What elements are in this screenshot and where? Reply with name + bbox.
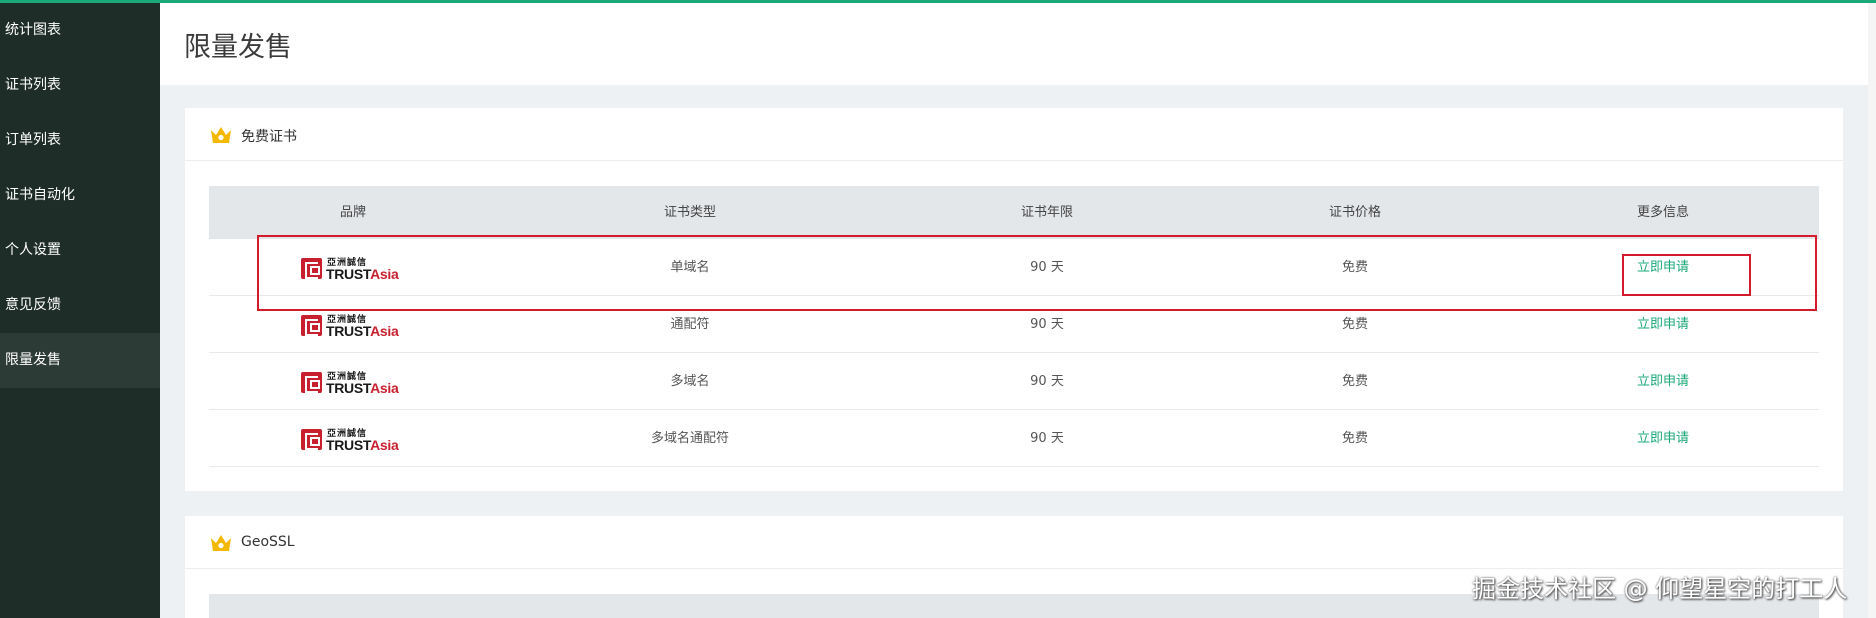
brand-en-text: TRUSTAsia	[326, 437, 399, 453]
trustasia-logo: 亞洲誠信 TRUSTAsia	[301, 371, 405, 396]
page-header: 限量发售	[160, 3, 1868, 85]
price-cell: 免费	[1341, 431, 1369, 446]
sidebar-item-label: 证书自动化	[5, 187, 75, 203]
apply-now-link[interactable]: 立即申请	[1637, 353, 1689, 410]
trustasia-logo: 亞洲誠信 TRUSTAsia	[301, 428, 405, 453]
column-header-cert-type: 证书类型	[663, 205, 717, 220]
crown-icon	[211, 535, 231, 551]
highlight-box-apply	[1622, 254, 1751, 296]
sidebar-item-label: 意见反馈	[5, 297, 61, 313]
sidebar: 统计图表 证书列表 订单列表 证书自动化 个人设置 意见反馈 限量发售	[0, 0, 160, 618]
sidebar-item-label: 限量发售	[5, 352, 61, 368]
brand-en-part-red: Asia	[370, 323, 399, 339]
brand-en-part-red: Asia	[370, 437, 399, 453]
column-header-validity: 证书年限	[1020, 205, 1074, 220]
brand-en-part: TRUST	[326, 380, 371, 396]
trustasia-logo: 亞洲誠信 TRUSTAsia	[301, 314, 405, 339]
card-header: GeoSSL	[185, 516, 1843, 569]
sidebar-item-cert-automation[interactable]: 证书自动化	[0, 168, 160, 223]
trustasia-logo-icon	[301, 315, 322, 336]
brand-en-part: TRUST	[326, 323, 371, 339]
brand-en-text: TRUSTAsia	[326, 323, 399, 339]
table-header: 品牌 证书类型 证书年限 证书价格 更多信息	[209, 186, 1819, 239]
cert-type-cell: 多域名	[670, 374, 710, 389]
scrollbar[interactable]	[1868, 3, 1876, 618]
brand-en-part: TRUST	[326, 437, 371, 453]
validity-cell: 90 天	[1030, 431, 1064, 446]
sidebar-item-label: 订单列表	[5, 132, 61, 148]
sidebar-item-label: 统计图表	[5, 22, 61, 38]
table-row: 亞洲誠信 TRUSTAsia 多域名通配符 90 天 免费 立即申请	[209, 410, 1819, 467]
sidebar-item-cert-list[interactable]: 证书列表	[0, 58, 160, 113]
card-title: 免费证书	[241, 129, 297, 145]
table-row: 亞洲誠信 TRUSTAsia 多域名 90 天 免费 立即申请	[209, 353, 1819, 410]
trustasia-logo-icon	[301, 429, 322, 450]
sidebar-item-feedback[interactable]: 意见反馈	[0, 278, 160, 333]
trustasia-logo-icon	[301, 372, 322, 393]
brand-en-part-red: Asia	[370, 380, 399, 396]
sidebar-item-personal-settings[interactable]: 个人设置	[0, 223, 160, 278]
card-title: GeoSSL	[241, 534, 295, 550]
highlight-box-row	[257, 235, 1817, 311]
validity-cell: 90 天	[1030, 374, 1064, 389]
apply-now-link[interactable]: 立即申请	[1637, 410, 1689, 467]
brand-en-text: TRUSTAsia	[326, 380, 399, 396]
column-header-price: 证书价格	[1328, 205, 1382, 220]
sidebar-item-label: 个人设置	[5, 242, 61, 258]
sidebar-item-label: 证书列表	[5, 77, 61, 93]
price-cell: 免费	[1341, 374, 1369, 389]
page-title: 限量发售	[184, 32, 292, 63]
top-accent-line	[0, 0, 1876, 3]
watermark: 掘金技术社区 @ 仰望星空的打工人	[1472, 575, 1848, 603]
sidebar-item-order-list[interactable]: 订单列表	[0, 113, 160, 168]
sidebar-item-stats[interactable]: 统计图表	[0, 3, 160, 58]
crown-icon	[211, 127, 231, 143]
sidebar-item-limited-sale[interactable]: 限量发售	[0, 333, 160, 388]
column-header-brand: 品牌	[339, 205, 367, 220]
card-header: 免费证书	[185, 108, 1843, 161]
cert-type-cell: 多域名通配符	[650, 431, 730, 446]
column-header-more-info: 更多信息	[1636, 205, 1690, 220]
